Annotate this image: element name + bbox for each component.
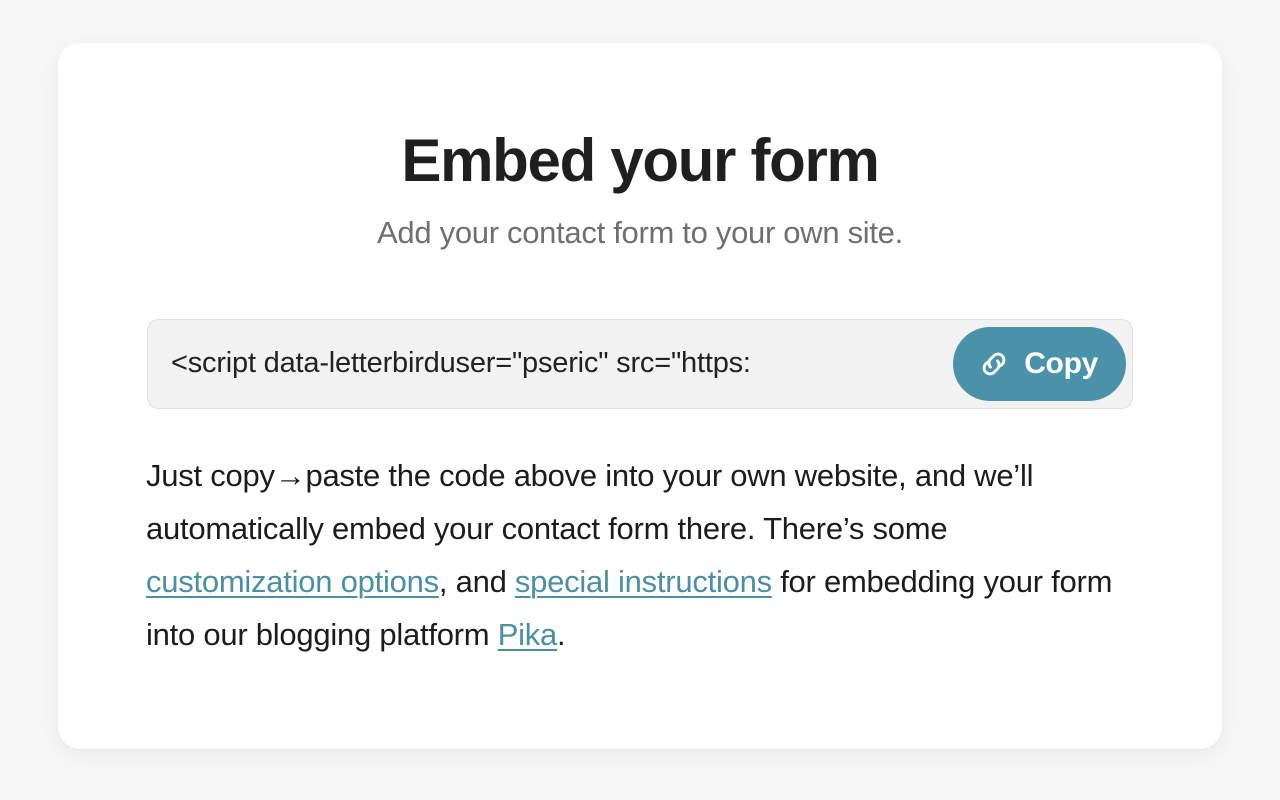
copy-button-label: Copy: [1024, 346, 1098, 380]
page-title: Embed your form: [401, 127, 880, 194]
card-content: Embed your form Add your contact form to…: [58, 43, 1222, 661]
special-instructions-link[interactable]: special instructions: [515, 564, 772, 599]
customization-options-link[interactable]: customization options: [146, 564, 439, 599]
pika-link[interactable]: Pika: [498, 617, 558, 652]
description-text-part4: .: [557, 616, 566, 652]
description-text-part2: , and: [438, 563, 515, 599]
page-subtitle: Add your contact form to your own site.: [377, 215, 903, 251]
page-background: Embed your form Add your contact form to…: [0, 0, 1280, 800]
description-paragraph: Just copy→paste the code above into your…: [146, 449, 1126, 661]
description-text-part1: Just copy→paste the code above into your…: [146, 457, 1034, 546]
copy-button[interactable]: Copy: [953, 326, 1126, 401]
embed-code-field[interactable]: <script data-letterbirduser="pseric" src…: [147, 318, 1133, 409]
link-icon: [977, 347, 1011, 381]
embed-card: Embed your form Add your contact form to…: [58, 43, 1222, 749]
